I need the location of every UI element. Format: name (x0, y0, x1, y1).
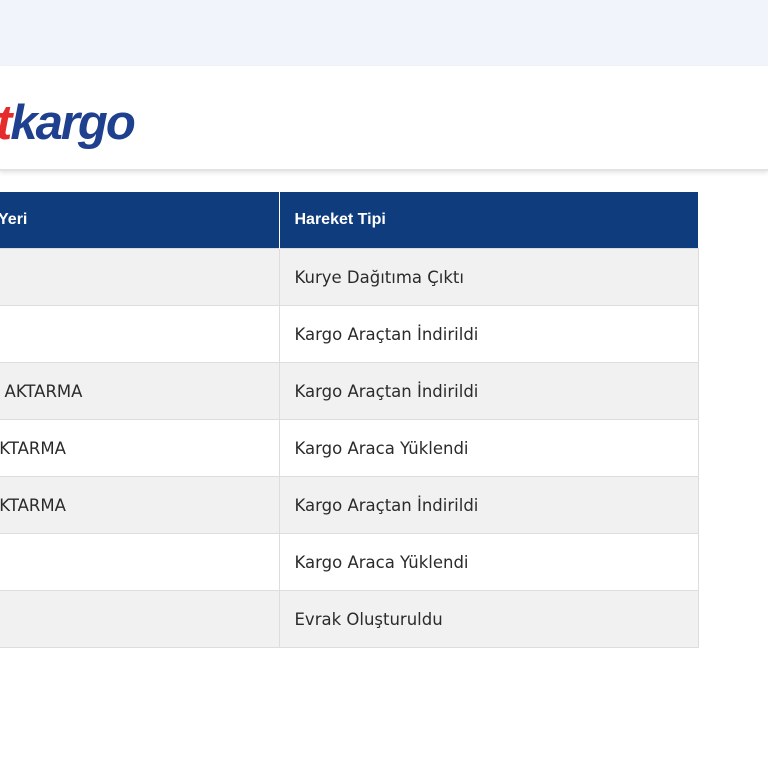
cell-location: e (0, 248, 280, 306)
tracking-table: Yeri Hareket Tipi e Kurye Dağıtıma Çıktı… (0, 192, 699, 648)
table-row: Kargo Araca Yüklendi (0, 533, 699, 591)
logo-text-blue: kargo (10, 96, 135, 150)
tracking-table-container: Yeri Hareket Tipi e Kurye Dağıtıma Çıktı… (0, 192, 699, 648)
cell-location: e (0, 305, 280, 363)
table-header-row: Yeri Hareket Tipi (0, 192, 698, 249)
cell-movement-type: Kargo Araçtan İndirildi (279, 476, 699, 534)
cell-movement-type: Kargo Araçtan İndirildi (279, 305, 699, 363)
table-row: AKTARMA Kargo Araçtan İndirildi (0, 476, 699, 534)
table-row: e Kurye Dağıtıma Çıktı (0, 248, 699, 306)
brand-logo[interactable]: tkargo (0, 84, 136, 150)
cell-movement-type: Kurye Dağıtıma Çıktı (279, 248, 699, 306)
table-row: Evrak Oluşturuldu (0, 590, 699, 648)
column-header-movement-type: Hareket Tipi (279, 192, 698, 249)
cell-location: AKTARMA (0, 476, 280, 534)
cell-location (0, 533, 280, 591)
top-bar (0, 0, 768, 66)
cell-movement-type: Kargo Araca Yüklendi (279, 533, 699, 591)
cell-movement-type: Kargo Araçtan İndirildi (279, 362, 699, 420)
column-header-location: Yeri (0, 192, 280, 249)
cell-location: AKTARMA (0, 419, 280, 477)
table-row: AKTARMA Kargo Araca Yüklendi (0, 419, 699, 477)
cell-location (0, 590, 280, 648)
logo-text-red: t (0, 99, 12, 148)
cell-location: A AKTARMA (0, 362, 280, 420)
table-row: e Kargo Araçtan İndirildi (0, 305, 699, 363)
table-row: A AKTARMA Kargo Araçtan İndirildi (0, 362, 699, 420)
cell-movement-type: Kargo Araca Yüklendi (279, 419, 699, 477)
cell-movement-type: Evrak Oluşturuldu (279, 590, 699, 648)
